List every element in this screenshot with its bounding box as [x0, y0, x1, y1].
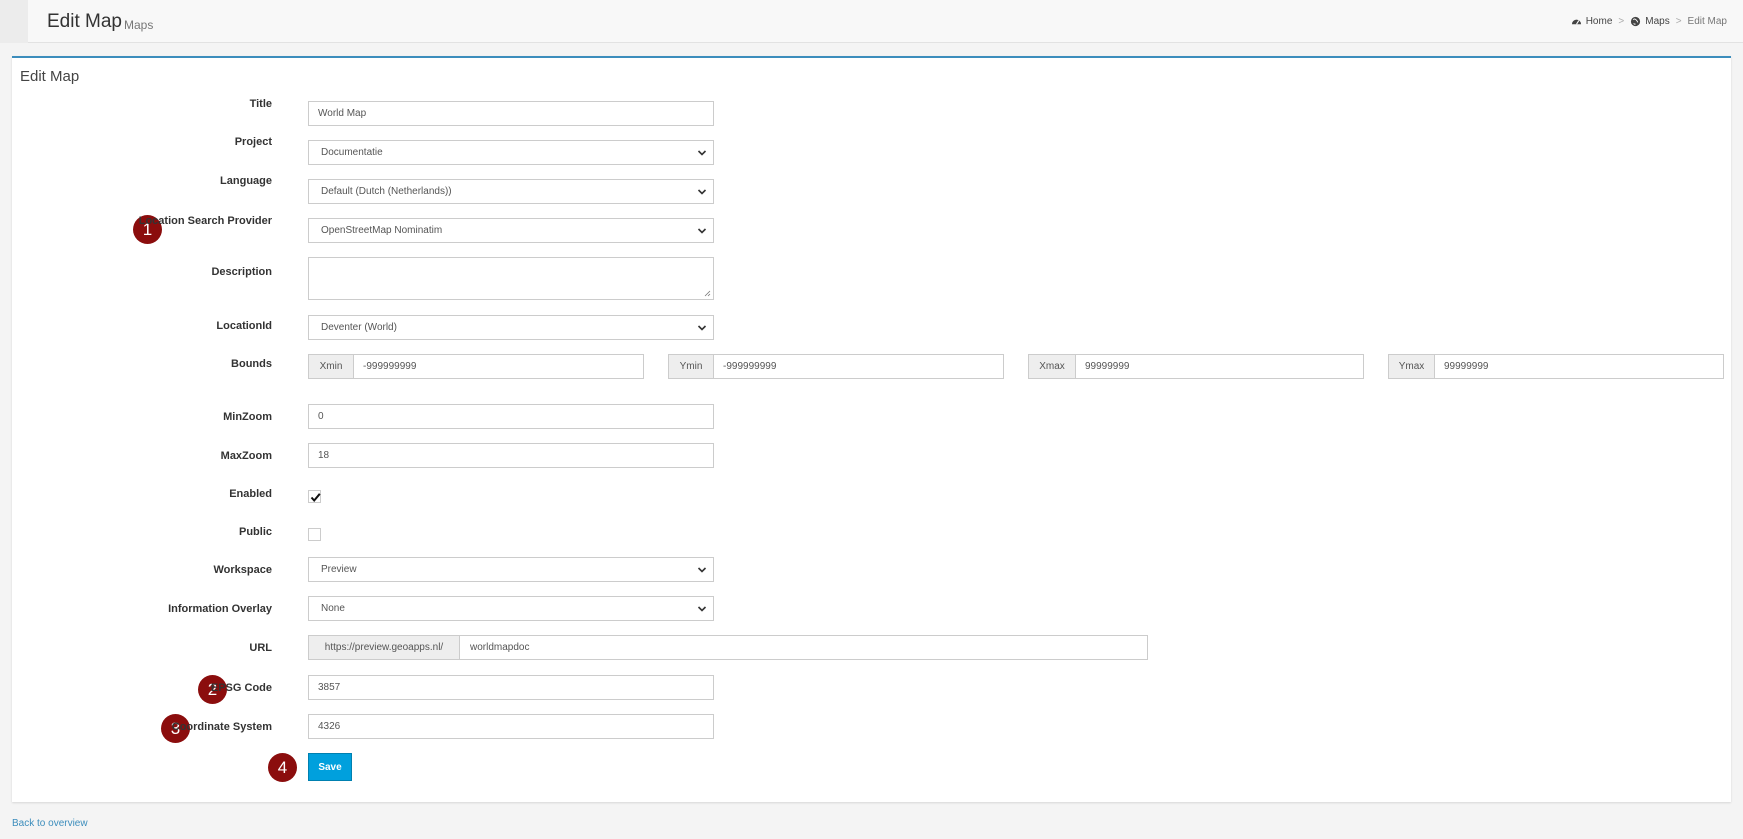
max-zoom-label: MaxZoom: [220, 450, 272, 462]
enabled-label: Enabled: [229, 488, 272, 500]
ymin-addon: Ymin: [669, 355, 714, 378]
location-id-value: Deventer (World): [321, 322, 397, 333]
location-search-provider-label: Location Search Provider: [138, 215, 272, 227]
breadcrumb-maps[interactable]: Maps: [1645, 16, 1669, 27]
coordinate-system-value: 4326: [318, 721, 341, 732]
project-label: Project: [234, 136, 272, 148]
xmax-input[interactable]: 99999999: [1076, 355, 1130, 378]
location-id-label: LocationId: [216, 320, 272, 332]
chevron-down-icon: [697, 150, 707, 156]
dashboard-icon: [1571, 19, 1581, 25]
content-header: Edit Map Maps Home > Maps > Edit Map: [28, 0, 1743, 43]
xmin-addon: Xmin: [309, 355, 354, 378]
language-value: Default (Dutch (Netherlands)): [321, 186, 452, 197]
public-label: Public: [238, 526, 272, 538]
breadcrumb-separator: >: [1618, 16, 1625, 27]
checkmark-icon: [310, 493, 321, 503]
ymax-input[interactable]: 99999999: [1435, 355, 1489, 378]
bounds-xmax-group: Xmax 99999999: [1028, 354, 1364, 379]
resize-handle-icon[interactable]: [704, 290, 711, 297]
workspace-value: Preview: [321, 564, 357, 575]
location-search-provider-value: OpenStreetMap Nominatim: [321, 225, 443, 236]
information-overlay-select[interactable]: None: [308, 596, 714, 621]
edit-map-box: Edit Map Title World Map Project Documen…: [12, 56, 1731, 802]
box-title: Edit Map: [20, 68, 80, 85]
breadcrumb-separator: >: [1675, 16, 1682, 27]
description-label: Description: [211, 266, 272, 278]
breadcrumb-current: Edit Map: [1687, 16, 1727, 27]
location-id-select[interactable]: Deventer (World): [308, 315, 714, 340]
min-zoom-value: 0: [318, 411, 324, 422]
url-group: https://preview.geoapps.nl/ worldmapdoc: [308, 635, 1148, 660]
globe-icon: [1631, 16, 1641, 27]
xmin-input[interactable]: -999999999: [354, 355, 416, 378]
min-zoom-input[interactable]: 0: [308, 404, 714, 429]
epsg-code-value: 3857: [318, 682, 341, 693]
ymax-addon: Ymax: [1389, 355, 1435, 378]
coordinate-system-label: Coordinate System: [171, 721, 272, 733]
title-input[interactable]: World Map: [308, 101, 714, 126]
chevron-down-icon: [697, 228, 707, 234]
save-button[interactable]: Save: [308, 753, 352, 781]
epsg-code-label: EPSG Code: [210, 682, 272, 694]
bounds-ymax-group: Ymax 99999999: [1388, 354, 1724, 379]
chevron-down-icon: [697, 606, 707, 612]
chevron-down-icon: [697, 189, 707, 195]
information-overlay-value: None: [321, 603, 345, 614]
information-overlay-label: Information Overlay: [168, 603, 272, 615]
bounds-label: Bounds: [231, 358, 272, 370]
xmax-addon: Xmax: [1029, 355, 1076, 378]
ymin-input[interactable]: -999999999: [714, 355, 776, 378]
public-checkbox[interactable]: [308, 528, 321, 541]
language-label: Language: [220, 175, 272, 187]
description-textarea[interactable]: [308, 257, 714, 300]
url-input[interactable]: worldmapdoc: [460, 636, 529, 659]
sidebar-edge: [0, 0, 28, 43]
page-title: Edit Map: [47, 11, 122, 32]
back-to-overview-link[interactable]: Back to overview: [12, 818, 88, 829]
title-label: Title: [249, 98, 272, 110]
chevron-down-icon: [697, 567, 707, 573]
bounds-ymin-group: Ymin -999999999: [668, 354, 1004, 379]
title-value: World Map: [318, 108, 367, 119]
workspace-label: Workspace: [213, 564, 273, 576]
coordinate-system-input[interactable]: 4326: [308, 714, 714, 739]
min-zoom-label: MinZoom: [223, 411, 272, 423]
page-subtitle: Maps: [124, 18, 154, 32]
location-search-provider-select[interactable]: OpenStreetMap Nominatim: [308, 218, 714, 243]
url-label: URL: [249, 642, 272, 654]
chevron-down-icon: [697, 325, 707, 331]
workspace-select[interactable]: Preview: [308, 557, 714, 582]
language-select[interactable]: Default (Dutch (Netherlands)): [308, 179, 714, 204]
bounds-xmin-group: Xmin -999999999: [308, 354, 644, 379]
breadcrumb-home[interactable]: Home: [1586, 16, 1613, 27]
enabled-checkbox[interactable]: [308, 490, 321, 503]
project-select[interactable]: Documentatie: [308, 140, 714, 165]
marker-4: 4: [268, 753, 297, 782]
max-zoom-input[interactable]: 18: [308, 443, 714, 468]
epsg-code-input[interactable]: 3857: [308, 675, 714, 700]
max-zoom-value: 18: [318, 450, 330, 461]
url-prefix-addon: https://preview.geoapps.nl/: [309, 636, 460, 659]
project-value: Documentatie: [321, 147, 383, 158]
breadcrumb: Home > Maps > Edit Map: [1571, 16, 1727, 27]
